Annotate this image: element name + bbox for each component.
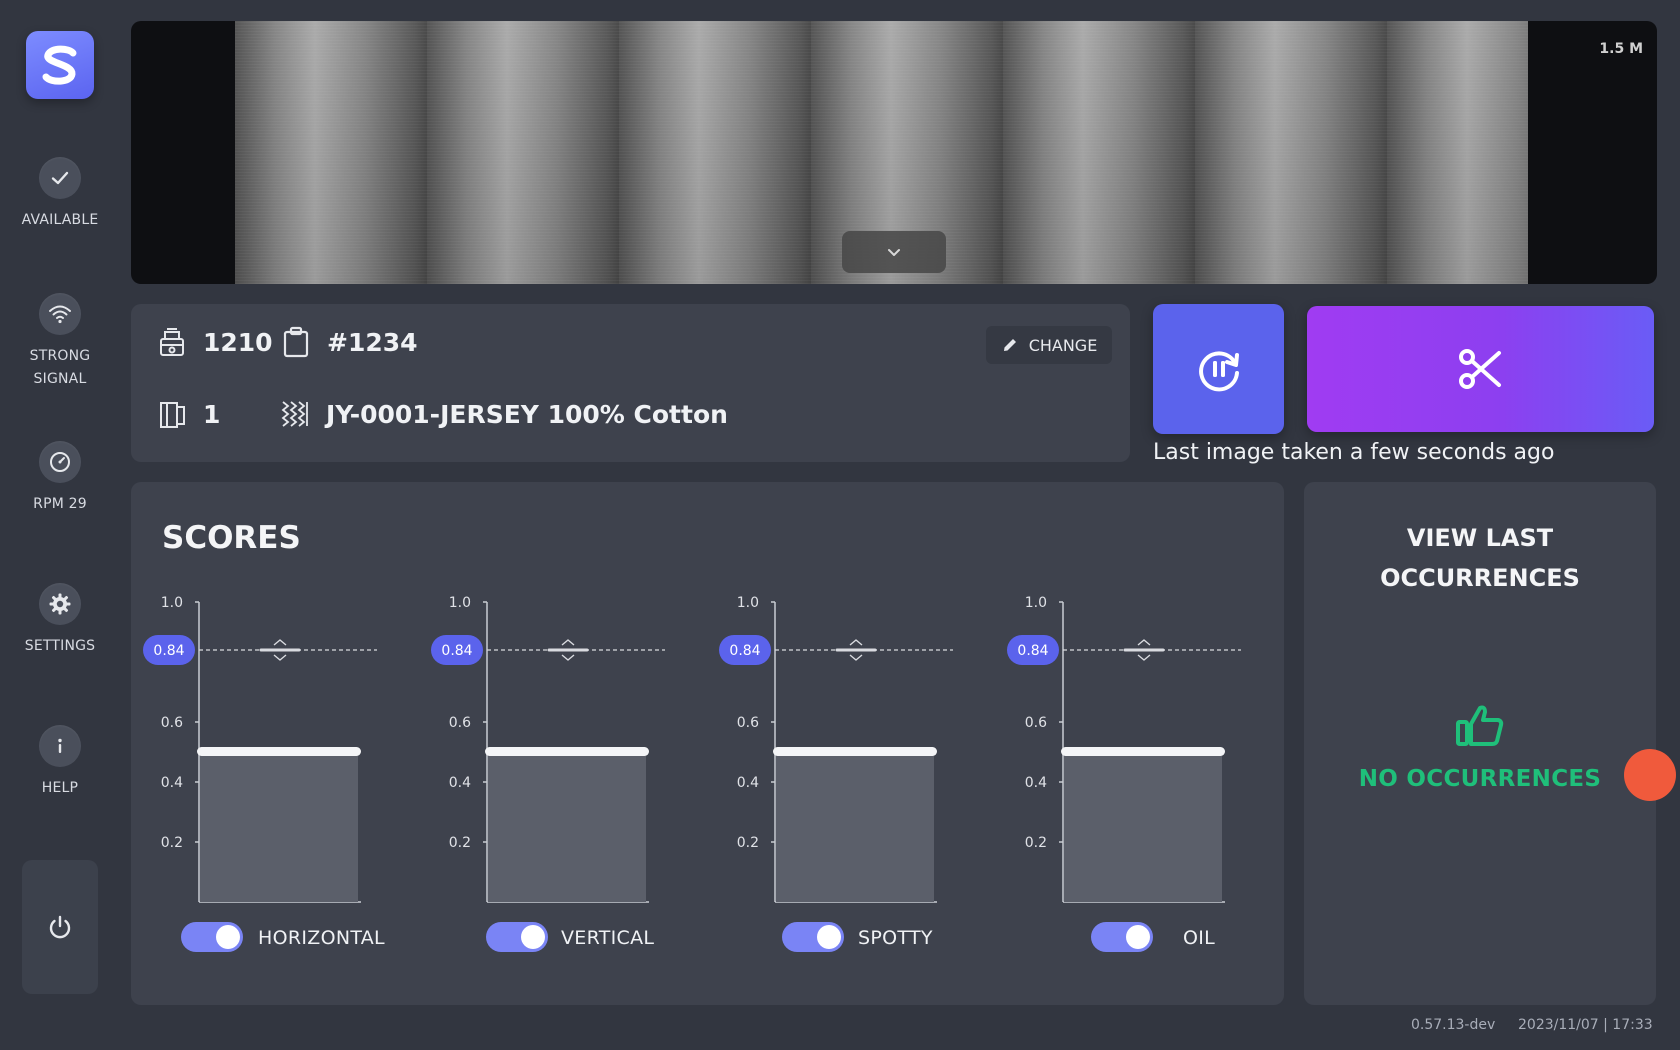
bar-horizontal [200, 752, 358, 902]
wifi-icon [39, 293, 81, 335]
tick-label-horizontal: 0.4 [161, 775, 183, 791]
app-logo [26, 31, 94, 99]
expand-camera-button[interactable] [842, 231, 946, 273]
article-info: JY-0001-JERSEY 100% Cotton [278, 397, 728, 431]
scale-label: 1.5 M [1599, 41, 1643, 57]
datetime-label: 2023/11/07 | 17:33 [1518, 1017, 1653, 1033]
bar-spotty [776, 752, 934, 902]
power-icon [49, 915, 71, 939]
category-label-horizontal: HORIZONTAL [258, 927, 385, 949]
pause-rotation-button[interactable] [1153, 304, 1284, 434]
change-button-label: CHANGE [1028, 335, 1098, 355]
sidebar-item-label: AVAILABLE [21, 212, 99, 228]
camera-view: 1.5 M [131, 21, 1657, 284]
tick-label-oil: 1.0 [1025, 595, 1047, 611]
machine-icon [160, 328, 184, 356]
notification-badge[interactable] [1624, 749, 1676, 801]
tick-label-spotty: 0.2 [737, 835, 759, 851]
tick-label-oil: 0.2 [1025, 835, 1047, 851]
tick-label-spotty: 1.0 [737, 595, 759, 611]
tick-label-spotty: 0.4 [737, 775, 759, 791]
sidebar-item-signal[interactable]: STRONG SIGNAL [0, 293, 120, 391]
machine-info: 1210 [155, 325, 273, 359]
bar-handle-spotty [773, 747, 937, 756]
chevron-down-icon [849, 654, 863, 661]
chevron-down-icon [561, 654, 575, 661]
pencil-icon [1003, 339, 1016, 351]
power-button[interactable] [22, 860, 98, 994]
tick-label-spotty: 0.6 [737, 715, 759, 731]
scissors-icon [1458, 349, 1501, 389]
sidebar-item-help[interactable]: HELP [0, 725, 120, 800]
fabric-icon [281, 401, 308, 427]
sidebar-item-rpm[interactable]: RPM 29 [0, 441, 120, 516]
occurrences-title-line1: VIEW LAST [1406, 524, 1554, 552]
tick-label-horizontal: 1.0 [161, 595, 183, 611]
sidebar-item-settings[interactable]: SETTINGS [0, 583, 120, 658]
chevron-down-icon [1137, 654, 1151, 661]
sidebar-item-label: RPM 29 [33, 496, 87, 512]
chevron-down-icon [273, 654, 287, 661]
category-label-spotty: SPOTTY [858, 927, 933, 949]
sidebar-item-label: SETTINGS [24, 638, 96, 654]
version-label: 0.57.13-dev [1411, 1017, 1496, 1033]
tick-label-vertical: 0.6 [449, 715, 471, 731]
category-label-oil: OIL [1183, 927, 1216, 949]
tick-label-oil: 0.6 [1025, 715, 1047, 731]
sidebar: AVAILABLE STRONG SIGNAL RPM 29 SETTINGS … [0, 0, 120, 1050]
change-button[interactable]: CHANGE [986, 326, 1112, 364]
chevron-down-icon [888, 249, 900, 256]
order-number: #1234 [327, 327, 418, 357]
toggle-horizontal[interactable] [181, 922, 243, 952]
bar-handle-vertical [485, 747, 649, 756]
chevron-up-icon [1137, 639, 1151, 646]
tick-label-oil: 0.4 [1025, 775, 1047, 791]
toggle-spotty[interactable] [782, 922, 844, 952]
gear-icon [39, 583, 81, 625]
threshold-value-spotty: 0.84 [729, 643, 760, 659]
info-icon [39, 725, 81, 767]
bar-oil [1064, 752, 1222, 902]
roll-info: 1 [155, 397, 220, 431]
bar-handle-horizontal [197, 747, 361, 756]
bar-vertical [488, 752, 646, 902]
no-occurrences-status: NO OCCURRENCES [1358, 766, 1602, 792]
occurrences-title-line2: OCCURRENCES [1380, 564, 1580, 592]
logo-s-icon [42, 45, 77, 85]
last-image-status: Last image taken a few seconds ago [1153, 440, 1555, 465]
occurrences-card[interactable]: VIEW LAST OCCURRENCES NO OCCURRENCES [1304, 482, 1656, 1005]
category-label-vertical: VERTICAL [561, 927, 655, 949]
sidebar-item-label: STRONG SIGNAL [29, 348, 91, 387]
sidebar-item-available[interactable]: AVAILABLE [0, 157, 120, 232]
article-name: JY-0001-JERSEY 100% Cotton [326, 399, 728, 429]
tick-label-vertical: 1.0 [449, 595, 471, 611]
tick-label-horizontal: 0.2 [161, 835, 183, 851]
sidebar-item-label: HELP [41, 780, 79, 796]
occurrences-title[interactable]: VIEW LAST OCCURRENCES [1304, 518, 1656, 598]
toggle-oil[interactable] [1091, 922, 1153, 952]
tick-label-vertical: 0.4 [449, 775, 471, 791]
threshold-value-vertical: 0.84 [441, 643, 472, 659]
chevron-up-icon [849, 639, 863, 646]
threshold-value-oil: 0.84 [1017, 643, 1048, 659]
chevron-up-icon [273, 639, 287, 646]
threshold-value-horizontal: 0.84 [153, 643, 184, 659]
scores-card: SCORES 0.2 0.4 0.6 1.0 0.84 0.2 0.4 0.6 1.0 0.84 0… [131, 482, 1284, 1005]
pause-rotate-icon [1198, 351, 1239, 392]
clipboard-icon [283, 326, 309, 358]
chevron-up-icon [561, 639, 575, 646]
machine-number: 1210 [203, 327, 273, 357]
tick-label-horizontal: 0.6 [161, 715, 183, 731]
production-info-card: 1210 #1234 1 JY-0001-JERSEY 100% Cotton … [131, 304, 1130, 462]
roll-number: 1 [203, 399, 221, 429]
roll-icon [160, 402, 185, 428]
tick-label-vertical: 0.2 [449, 835, 471, 851]
check-icon [39, 157, 81, 199]
order-info: #1234 [279, 325, 418, 359]
bar-handle-oil [1061, 747, 1225, 756]
toggle-vertical[interactable] [486, 922, 548, 952]
cut-button[interactable] [1307, 306, 1654, 432]
thumbs-up-icon [1456, 705, 1504, 746]
speedometer-icon [39, 441, 81, 483]
